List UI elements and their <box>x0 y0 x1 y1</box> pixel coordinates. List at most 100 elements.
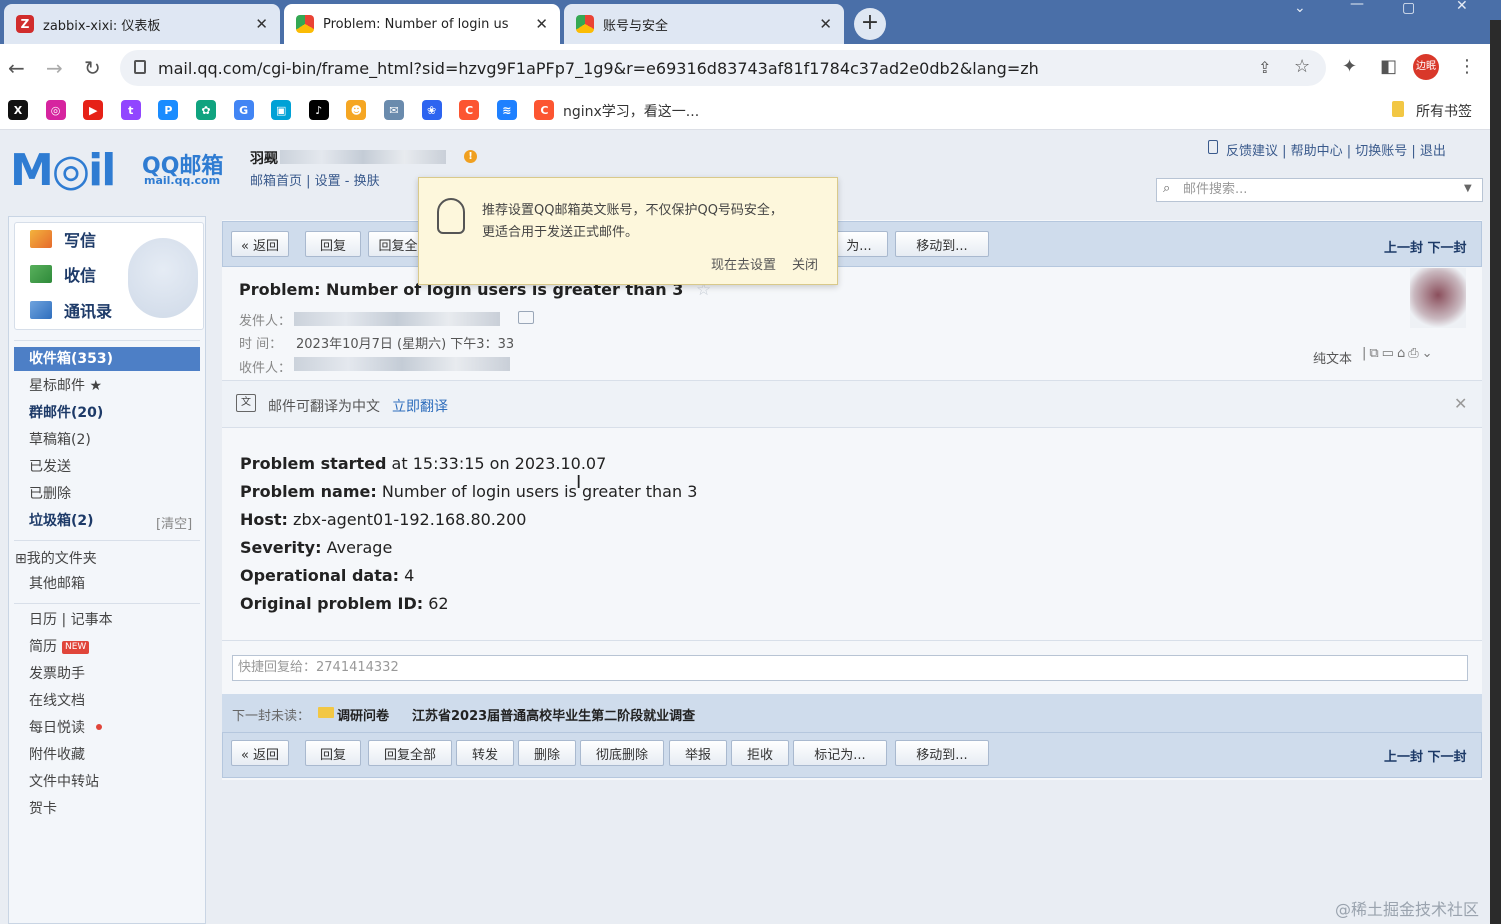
setup-now-link[interactable]: 现在去设置 <box>711 254 776 273</box>
body-line: Problem started at 15:33:15 on 2023.10.0… <box>240 450 697 478</box>
my-folders[interactable]: ⊞我的文件夹 <box>15 548 97 568</box>
bookmark-icon[interactable]: ♪ <box>308 100 329 120</box>
reply-button[interactable]: 回复 <box>305 231 361 257</box>
mobile-icon[interactable] <box>1208 140 1218 154</box>
folder-deleted[interactable]: 已删除 <box>14 482 200 506</box>
lock-icon[interactable] <box>134 60 146 74</box>
body-line: Original problem ID: 62 <box>240 590 697 618</box>
move-to-button[interactable]: 移动到... <box>895 740 989 766</box>
compose-button[interactable]: 写信 <box>30 225 96 253</box>
move-to-button[interactable]: 移动到... <box>895 231 989 257</box>
bookmark-icon[interactable]: G <box>233 100 254 120</box>
close-icon[interactable]: ✕ <box>1454 394 1467 413</box>
bookmark-icon[interactable]: ▣ <box>271 100 292 120</box>
chevron-down-icon[interactable]: ⌄ <box>1294 0 1306 16</box>
plain-text-link[interactable]: 纯文本 <box>1313 348 1352 367</box>
bookmark-icon[interactable]: ☻ <box>346 100 367 120</box>
prev-next-links[interactable]: 上一封 下一封 <box>1384 237 1467 256</box>
unread-dot <box>96 724 102 730</box>
bookmark-nginx[interactable]: nginx学习，看这一... <box>563 101 699 121</box>
folder-starred[interactable]: 星标邮件 ★ <box>14 374 200 398</box>
app-cards[interactable]: 贺卡 <box>14 797 200 821</box>
share-icon[interactable]: ⇪ <box>1258 58 1271 77</box>
app-invoice[interactable]: 发票助手 <box>14 662 200 686</box>
bookmark-icon[interactable]: ◎ <box>45 100 66 120</box>
close-icon[interactable]: ✕ <box>819 15 832 33</box>
tab-account-security[interactable]: 账号与安全 ✕ <box>564 4 844 44</box>
mail-search-input[interactable]: 邮件搜索... <box>1156 178 1483 202</box>
maximize-icon[interactable]: ▢ <box>1402 0 1415 16</box>
quick-reply-input[interactable]: 快捷回复给：2741414332 <box>232 655 1468 681</box>
app-resume[interactable]: 简历 <box>14 635 200 659</box>
folder-inbox[interactable]: 收件箱(353) <box>14 347 200 371</box>
tab-problem[interactable]: Problem: Number of login us ✕ <box>284 4 560 44</box>
penguin-decoration <box>128 238 198 318</box>
other-mailboxes[interactable]: 其他邮箱 <box>14 572 200 596</box>
app-file-transfer[interactable]: 文件中转站 <box>14 770 200 794</box>
folder-group[interactable]: 群邮件(20) <box>14 401 200 425</box>
divider <box>14 340 200 341</box>
bookmark-icon[interactable]: X <box>8 100 28 120</box>
bookmark-icon[interactable]: ✉ <box>384 100 404 120</box>
folder-sent[interactable]: 已发送 <box>14 455 200 479</box>
star-icon[interactable]: ☆ <box>1294 56 1310 77</box>
bookmark-icon[interactable]: ≋ <box>496 100 517 120</box>
chevron-down-icon[interactable]: ▼ <box>1464 183 1472 194</box>
clear-spam-link[interactable]: [清空] <box>156 513 192 532</box>
mark-as-button[interactable]: 为... <box>830 231 888 257</box>
all-bookmarks[interactable]: 所有书签 <box>1416 101 1472 121</box>
reply-all-button[interactable]: 回复全部 <box>368 740 452 766</box>
bookmark-icon[interactable]: ▶ <box>83 100 104 120</box>
bookmark-icon[interactable]: ❀ <box>421 100 442 120</box>
minimize-icon[interactable]: — <box>1350 0 1364 12</box>
folder-drafts[interactable]: 草稿箱(2) <box>14 428 200 452</box>
menu-dots-icon[interactable]: ⋮ <box>1458 56 1476 77</box>
profile-avatar[interactable]: 边眠 <box>1413 54 1439 80</box>
close-icon[interactable]: ✕ <box>535 15 548 33</box>
translate-now-link[interactable]: 立即翻译 <box>392 396 448 416</box>
report-button[interactable]: 举报 <box>669 740 727 766</box>
back-button[interactable]: « 返回 <box>231 231 289 257</box>
prev-next-links[interactable]: 上一封 下一封 <box>1384 746 1467 765</box>
mark-as-button[interactable]: 标记为... <box>793 740 887 766</box>
user-links[interactable]: 邮箱首页 | 设置 - 换肤 <box>250 170 380 189</box>
new-badge: NEW <box>62 641 90 654</box>
forward-button[interactable]: 转发 <box>456 740 514 766</box>
alert-icon[interactable]: ! <box>464 150 477 163</box>
app-docs[interactable]: 在线文档 <box>14 689 200 713</box>
tip-close-link[interactable]: 关闭 <box>792 254 818 273</box>
url-field[interactable]: mail.qq.com/cgi-bin/frame_html?sid=hzvg9… <box>120 50 1326 86</box>
bookmark-icon[interactable]: t <box>120 100 141 120</box>
top-links[interactable]: 反馈建议 | 帮助中心 | 切换账号 | 退出 <box>1226 140 1446 159</box>
bookmark-icon[interactable]: ✿ <box>196 100 216 120</box>
app-daily-read[interactable]: 每日悦读 <box>14 716 200 740</box>
back-arrow-icon[interactable]: ← <box>8 56 25 80</box>
view-tools-icons[interactable]: |⧉▭⌂⎙⌄ <box>1362 346 1436 361</box>
forward-arrow-icon[interactable]: → <box>46 56 63 80</box>
reload-icon[interactable]: ↻ <box>84 56 101 80</box>
next-unread-subject[interactable]: 江苏省2023届普通高校毕业生第二阶段就业调查 <box>412 705 695 724</box>
close-icon[interactable]: ✕ <box>255 15 268 33</box>
receive-button[interactable]: 收信 <box>30 260 96 288</box>
qqmail-logo[interactable]: M◎il <box>10 145 116 196</box>
reply-button[interactable]: 回复 <box>305 740 361 766</box>
app-attachments[interactable]: 附件收藏 <box>14 743 200 767</box>
window-close-icon[interactable]: ✕ <box>1456 0 1468 14</box>
body-value: Number of login users is greater than 3 <box>376 482 698 501</box>
app-calendar-notes[interactable]: 日历 | 记事本 <box>14 608 200 632</box>
back-button[interactable]: « 返回 <box>231 740 289 766</box>
permanent-delete-button[interactable]: 彻底删除 <box>580 740 664 766</box>
next-unread-tag[interactable]: 调研问卷 <box>337 705 389 724</box>
delete-button[interactable]: 删除 <box>518 740 576 766</box>
sidepanel-icon[interactable]: ◧ <box>1380 56 1397 77</box>
extensions-icon[interactable]: ✦ <box>1342 56 1357 77</box>
bookmark-icon[interactable]: P <box>158 100 179 120</box>
contacts-button[interactable]: 通讯录 <box>30 296 112 324</box>
reject-button[interactable]: 拒收 <box>731 740 789 766</box>
bookmark-icon[interactable]: C <box>534 100 555 120</box>
divider <box>222 640 1482 641</box>
tab-zabbix[interactable]: Z zabbix-xixi: 仪表板 ✕ <box>4 4 280 44</box>
bookmark-icon[interactable]: C <box>459 100 480 120</box>
contact-card-icon[interactable] <box>518 311 534 324</box>
new-tab-button[interactable]: + <box>854 8 886 40</box>
